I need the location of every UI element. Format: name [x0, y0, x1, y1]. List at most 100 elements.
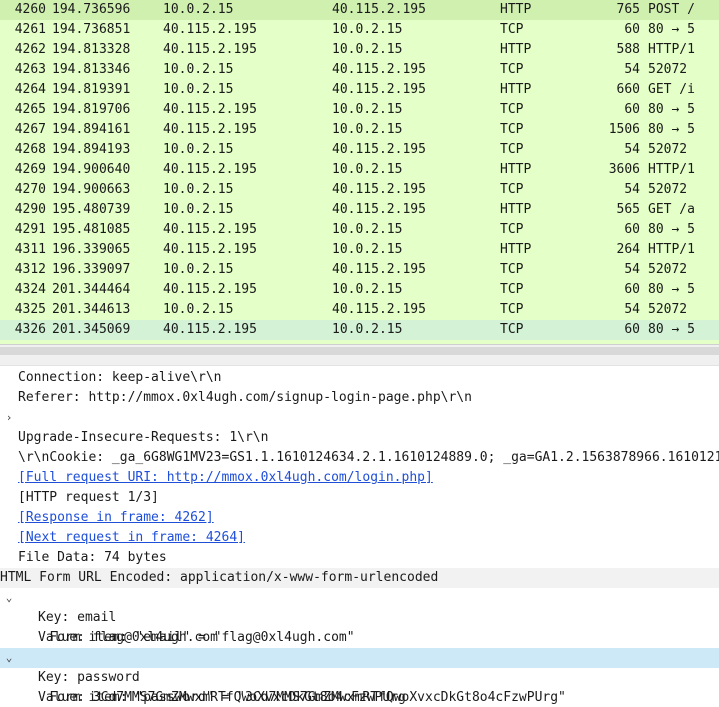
email-key[interactable]: Key: email	[0, 608, 719, 628]
packet-info: 52072	[648, 262, 688, 277]
packet-destination: 40.115.2.195	[332, 2, 426, 17]
packet-row[interactable]: 4326 201.345069 40.115.2.195 10.0.2.15 TCP 60…	[0, 320, 719, 340]
packet-list[interactable]: 4260 194.736596 10.0.2.15 40.115.2.195 HTTP 7…	[0, 0, 719, 344]
packet-time: 201.345069	[52, 322, 131, 337]
packet-row[interactable]: 4291 195.481085 40.115.2.195 10.0.2.15 TCP 60…	[0, 220, 719, 240]
packet-source: 10.0.2.15	[163, 182, 234, 197]
packet-row[interactable]: 4260 194.736596 10.0.2.15 40.115.2.195 HTTP 7…	[0, 0, 719, 20]
packet-number: 4325	[14, 302, 46, 317]
detail-crlf[interactable]: \r\n	[0, 448, 719, 468]
packet-protocol: HTTP	[500, 162, 532, 177]
packet-source: 40.115.2.195	[163, 222, 257, 237]
packet-destination: 40.115.2.195	[332, 202, 426, 217]
packet-row[interactable]: 4325 201.344613 10.0.2.15 40.115.2.195 TCP 54…	[0, 300, 719, 320]
packet-row[interactable]: 4290 195.480739 10.0.2.15 40.115.2.195 HTTP 5…	[0, 200, 719, 220]
packet-protocol: TCP	[500, 62, 524, 77]
detail-file-data[interactable]: File Data: 74 bytes	[0, 548, 719, 568]
packet-row[interactable]: 4262 194.813328 40.115.2.195 10.0.2.15 HTTP 5…	[0, 40, 719, 60]
packet-row[interactable]: 4264 194.819391 10.0.2.15 40.115.2.195 HTTP 6…	[0, 80, 719, 100]
expand-arrow-icon[interactable]: ⌄	[3, 588, 15, 608]
password-key[interactable]: Key: password	[0, 668, 719, 688]
detail-upgrade-insecure[interactable]: Upgrade-Insecure-Requests: 1\r\n	[0, 428, 719, 448]
packet-number: 4267	[14, 122, 46, 137]
packet-row[interactable]: 4269 194.900640 40.115.2.195 10.0.2.15 HTTP 3…	[0, 160, 719, 180]
packet-number: 4263	[14, 62, 46, 77]
packet-length: 660	[616, 82, 640, 97]
packet-info: 80 → 5	[648, 222, 695, 237]
packet-length: 588	[616, 42, 640, 57]
response-frame-link[interactable]: [Response in frame: 4262]	[18, 510, 214, 525]
packet-info: POST /	[648, 2, 695, 17]
packet-row[interactable]: 4311 196.339065 40.115.2.195 10.0.2.15 HTTP 2…	[0, 240, 719, 260]
packet-info: GET /a	[648, 202, 695, 217]
packet-destination: 10.0.2.15	[332, 242, 403, 257]
packet-source: 40.115.2.195	[163, 22, 257, 37]
packet-destination: 10.0.2.15	[332, 42, 403, 57]
packet-info: 80 → 5	[648, 122, 695, 137]
packet-length: 54	[624, 182, 640, 197]
packet-protocol: TCP	[500, 142, 524, 157]
horizontal-scrollbar[interactable]	[0, 347, 719, 355]
packet-time: 194.813346	[52, 62, 131, 77]
packet-time: 201.344613	[52, 302, 131, 317]
packet-info: GET /i	[648, 82, 695, 97]
packet-length: 3606	[608, 162, 640, 177]
detail-response-in[interactable]: [Response in frame: 4262]	[0, 508, 719, 528]
packet-length: 765	[616, 2, 640, 17]
packet-number: 4290	[14, 202, 46, 217]
packet-number: 4260	[14, 2, 46, 17]
detail-connection[interactable]: Connection: keep-alive\r\n	[0, 368, 719, 388]
packet-length: 565	[616, 202, 640, 217]
packet-info: 80 → 5	[648, 282, 695, 297]
packet-details-tree[interactable]: Connection: keep-alive\r\n Referer: http…	[0, 368, 719, 707]
packet-row[interactable]: 4265 194.819706 40.115.2.195 10.0.2.15 TCP 60…	[0, 100, 719, 120]
packet-length: 54	[624, 142, 640, 157]
packet-row[interactable]: 4312 196.339097 10.0.2.15 40.115.2.195 TCP 54…	[0, 260, 719, 280]
packet-source: 10.0.2.15	[163, 302, 234, 317]
form-item-email[interactable]: ⌄ Form item: "email" = "flag@0xl4ugh.com…	[0, 588, 719, 645]
packet-protocol: TCP	[500, 222, 524, 237]
packet-length: 54	[624, 62, 640, 77]
expand-arrow-icon[interactable]: ⌄	[3, 648, 15, 668]
expand-arrow-icon[interactable]: ›	[3, 408, 15, 428]
packet-time: 194.819391	[52, 82, 131, 97]
packet-source: 40.115.2.195	[163, 322, 257, 337]
packet-destination: 40.115.2.195	[332, 62, 426, 77]
packet-length: 60	[624, 22, 640, 37]
packet-row[interactable]: 4263 194.813346 10.0.2.15 40.115.2.195 TCP 54…	[0, 60, 719, 80]
packet-protocol: HTTP	[500, 82, 532, 97]
packet-number: 4262	[14, 42, 46, 57]
packet-destination: 10.0.2.15	[332, 122, 403, 137]
full-uri-link[interactable]: [Full request URI: http://mmox.0xl4ugh.c…	[18, 470, 433, 485]
packet-source: 40.115.2.195	[163, 242, 257, 257]
detail-form-section[interactable]: HTML Form URL Encoded: application/x-www…	[0, 568, 719, 588]
packet-row[interactable]: 4268 194.894193 10.0.2.15 40.115.2.195 TCP 54…	[0, 140, 719, 160]
packet-protocol: TCP	[500, 302, 524, 317]
packet-time: 195.480739	[52, 202, 131, 217]
packet-info: 80 → 5	[648, 322, 695, 337]
packet-protocol: HTTP	[500, 242, 532, 257]
packet-length: 54	[624, 262, 640, 277]
packet-row[interactable]: 4324 201.344464 40.115.2.195 10.0.2.15 TCP 60…	[0, 280, 719, 300]
detail-next-request[interactable]: [Next request in frame: 4264]	[0, 528, 719, 548]
packet-length: 60	[624, 102, 640, 117]
packet-number: 4261	[14, 22, 46, 37]
packet-row[interactable]: 4267 194.894161 40.115.2.195 10.0.2.15 TCP 15…	[0, 120, 719, 140]
form-item-password[interactable]: ⌄ Form item: "password" = "3Cd7MMS7GmZMw…	[0, 648, 719, 705]
packet-info: 52072	[648, 62, 688, 77]
next-request-link[interactable]: [Next request in frame: 4264]	[18, 530, 245, 545]
email-value[interactable]: Value: flag@0xl4ugh.com	[0, 628, 719, 648]
packet-row[interactable]: 4270 194.900663 10.0.2.15 40.115.2.195 TCP 54…	[0, 180, 719, 200]
packet-row[interactable]: 4261 194.736851 40.115.2.195 10.0.2.15 TCP 60…	[0, 20, 719, 40]
packet-time: 194.736596	[52, 2, 131, 17]
packet-time: 194.813328	[52, 42, 131, 57]
detail-referer[interactable]: Referer: http://mmox.0xl4ugh.com/signup-…	[0, 388, 719, 408]
packet-protocol: HTTP	[500, 202, 532, 217]
packet-info: 80 → 5	[648, 102, 695, 117]
packet-time: 196.339097	[52, 262, 131, 277]
detail-request-number[interactable]: [HTTP request 1/3]	[0, 488, 719, 508]
detail-full-uri[interactable]: [Full request URI: http://mmox.0xl4ugh.c…	[0, 468, 719, 488]
packet-time: 194.900663	[52, 182, 131, 197]
password-value[interactable]: Value: 3Cd7MMS7GmZMwxmRTfQwoXvxcDkGt8o4c…	[0, 688, 719, 707]
detail-cookie[interactable]: › Cookie: _ga_6G8WG1MV23=GS1.1.161012463…	[0, 408, 719, 465]
